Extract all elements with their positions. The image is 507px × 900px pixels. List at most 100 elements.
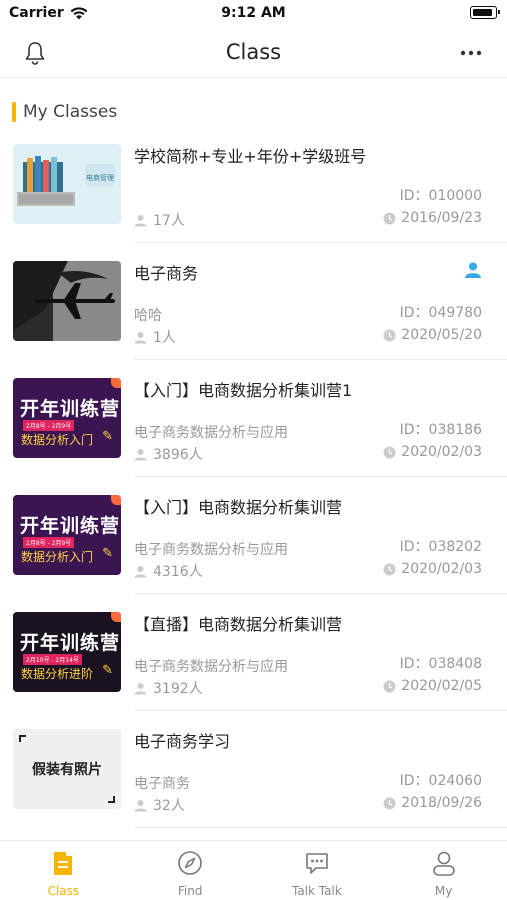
class-subtitle: 电子商务 bbox=[134, 776, 190, 792]
tab-find[interactable]: Find bbox=[127, 841, 254, 900]
tab-class[interactable]: Class bbox=[0, 841, 127, 900]
class-list: 电商管理 学校简称+专业+年份+学级班号 ID：010000 17人 2016/… bbox=[0, 126, 507, 828]
profile-icon bbox=[432, 851, 455, 876]
person-badge-icon[interactable] bbox=[464, 261, 482, 279]
promo-corner-tag bbox=[111, 378, 121, 388]
date-label: 2016/09/23 bbox=[401, 210, 482, 226]
class-card[interactable]: 电商管理 学校简称+专业+年份+学级班号 ID：010000 17人 2016/… bbox=[0, 126, 507, 243]
clock-icon bbox=[383, 446, 396, 458]
page-title: Class bbox=[225, 40, 282, 64]
class-subtitle: 哈哈 bbox=[134, 308, 162, 324]
class-thumbnail: 假装有照片 bbox=[13, 729, 121, 809]
member-count: 1人 bbox=[134, 327, 176, 347]
corner-mark bbox=[108, 796, 115, 803]
graduation-cap-icon: ✎ bbox=[102, 546, 113, 561]
battery-icon bbox=[470, 6, 500, 19]
class-id: ID：038186 bbox=[399, 422, 482, 438]
class-subtitle: 电子商务数据分析与应用 bbox=[134, 659, 288, 675]
laptop-books-illustration: 电商管理 bbox=[13, 144, 121, 224]
section-header: My Classes bbox=[12, 100, 117, 124]
thumb-label: 电商管理 bbox=[86, 173, 114, 182]
date-label: 2020/02/03 bbox=[401, 561, 482, 577]
class-icon bbox=[54, 852, 73, 875]
member-count-label: 17人 bbox=[153, 213, 185, 229]
date-label: 2020/05/20 bbox=[401, 327, 482, 343]
class-subtitle: 电子商务数据分析与应用 bbox=[134, 425, 288, 441]
tab-talk-talk[interactable]: Talk Talk bbox=[254, 841, 381, 900]
member-count-label: 3192人 bbox=[153, 681, 203, 697]
member-count: 3896人 bbox=[134, 444, 203, 464]
person-icon bbox=[134, 214, 147, 226]
class-subtitle: 电子商务数据分析与应用 bbox=[134, 542, 288, 558]
promo-corner-tag bbox=[111, 495, 121, 505]
class-id: ID：010000 bbox=[399, 188, 482, 204]
class-id: ID：038408 bbox=[399, 656, 482, 672]
class-title: 电子商务学习 bbox=[134, 732, 231, 751]
class-date: 2018/09/26 bbox=[383, 795, 482, 811]
class-thumbnail: 开年训练营 2月8号 - 2月9号 数据分析入门 ✎ bbox=[13, 495, 121, 575]
tab-label: Talk Talk bbox=[291, 884, 342, 898]
class-card[interactable]: 电子商务 哈哈 ID：049780 1人 2020/05/20 bbox=[0, 243, 507, 360]
section-title: My Classes bbox=[23, 102, 118, 122]
graduation-cap-icon: ✎ bbox=[102, 663, 113, 678]
class-date: 2020/05/20 bbox=[383, 327, 482, 343]
person-icon bbox=[134, 331, 147, 343]
clock-icon bbox=[383, 212, 396, 224]
airplane-hand-illustration bbox=[13, 261, 121, 341]
person-icon bbox=[134, 565, 147, 577]
member-count-label: 4316人 bbox=[153, 564, 203, 580]
class-id: ID：024060 bbox=[399, 773, 482, 789]
class-title: 学校简称+专业+年份+学级班号 bbox=[134, 147, 367, 166]
class-id: ID：038202 bbox=[399, 539, 482, 555]
divider bbox=[134, 827, 507, 828]
tab-label: My bbox=[434, 884, 453, 898]
class-card[interactable]: 开年训练营 2月8号 - 2月9号 数据分析入门 ✎ 【入门】电商数据分析集训营… bbox=[0, 360, 507, 477]
thumb-dates: 2月8号 - 2月9号 bbox=[23, 420, 75, 431]
tab-bar: Class Find Talk Talk My bbox=[0, 840, 507, 900]
class-date: 2020/02/03 bbox=[383, 444, 482, 460]
class-title: 【入门】电商数据分析集训营 bbox=[134, 498, 343, 517]
member-count: 32人 bbox=[134, 795, 185, 815]
class-card[interactable]: 假装有照片 电子商务学习 电子商务 ID：024060 32人 2018/09/… bbox=[0, 711, 507, 828]
thumb-subtitle: 数据分析入门 bbox=[21, 550, 94, 564]
tab-label: Find bbox=[177, 884, 203, 898]
more-icon[interactable] bbox=[457, 40, 485, 66]
date-label: 2018/09/26 bbox=[401, 795, 482, 811]
date-label: 2020/02/05 bbox=[401, 678, 482, 694]
section-accent-bar bbox=[12, 102, 16, 122]
thumb-subtitle: 数据分析进阶 bbox=[21, 667, 94, 681]
chat-icon bbox=[306, 853, 328, 874]
class-card[interactable]: 开年训练营 2月8号 - 2月9号 数据分析入门 ✎ 【入门】电商数据分析集训营… bbox=[0, 477, 507, 594]
class-title: 电子商务 bbox=[134, 264, 199, 283]
thumb-headline: 开年训练营 bbox=[20, 515, 121, 537]
class-id: ID：049780 bbox=[399, 305, 482, 321]
promo-corner-tag bbox=[111, 612, 121, 622]
thumb-dates: 2月10号 - 2月14号 bbox=[23, 654, 82, 665]
class-thumbnail bbox=[13, 261, 121, 341]
tab-my[interactable]: My bbox=[380, 841, 507, 900]
class-thumbnail: 开年训练营 2月8号 - 2月9号 数据分析入门 ✎ bbox=[13, 378, 121, 458]
status-bar: Carrier 9:12 AM bbox=[0, 0, 507, 28]
class-thumbnail: 电商管理 bbox=[13, 144, 121, 224]
clock-icon bbox=[383, 563, 396, 575]
clock-icon bbox=[383, 329, 396, 341]
clock-icon bbox=[383, 680, 396, 692]
thumb-headline: 开年训练营 bbox=[20, 632, 121, 654]
member-count-label: 3896人 bbox=[153, 447, 203, 463]
nav-bar: Class bbox=[0, 28, 507, 78]
member-count: 3192人 bbox=[134, 678, 203, 698]
class-date: 2020/02/05 bbox=[383, 678, 482, 694]
class-title: 【入门】电商数据分析集训营1 bbox=[134, 381, 353, 400]
tab-label: Class bbox=[47, 884, 80, 898]
member-count-label: 32人 bbox=[153, 798, 185, 814]
thumb-headline: 开年训练营 bbox=[20, 398, 121, 420]
class-date: 2016/09/23 bbox=[383, 210, 482, 226]
person-icon bbox=[134, 682, 147, 694]
status-time: 9:12 AM bbox=[221, 5, 286, 21]
class-card[interactable]: 开年训练营 2月10号 - 2月14号 数据分析进阶 ✎ 【直播】电商数据分析集… bbox=[0, 594, 507, 711]
class-title: 【直播】电商数据分析集训营 bbox=[134, 615, 343, 634]
clock-icon bbox=[383, 797, 396, 809]
class-date: 2020/02/03 bbox=[383, 561, 482, 577]
member-count-label: 1人 bbox=[153, 330, 176, 346]
class-thumbnail: 开年训练营 2月10号 - 2月14号 数据分析进阶 ✎ bbox=[13, 612, 121, 692]
